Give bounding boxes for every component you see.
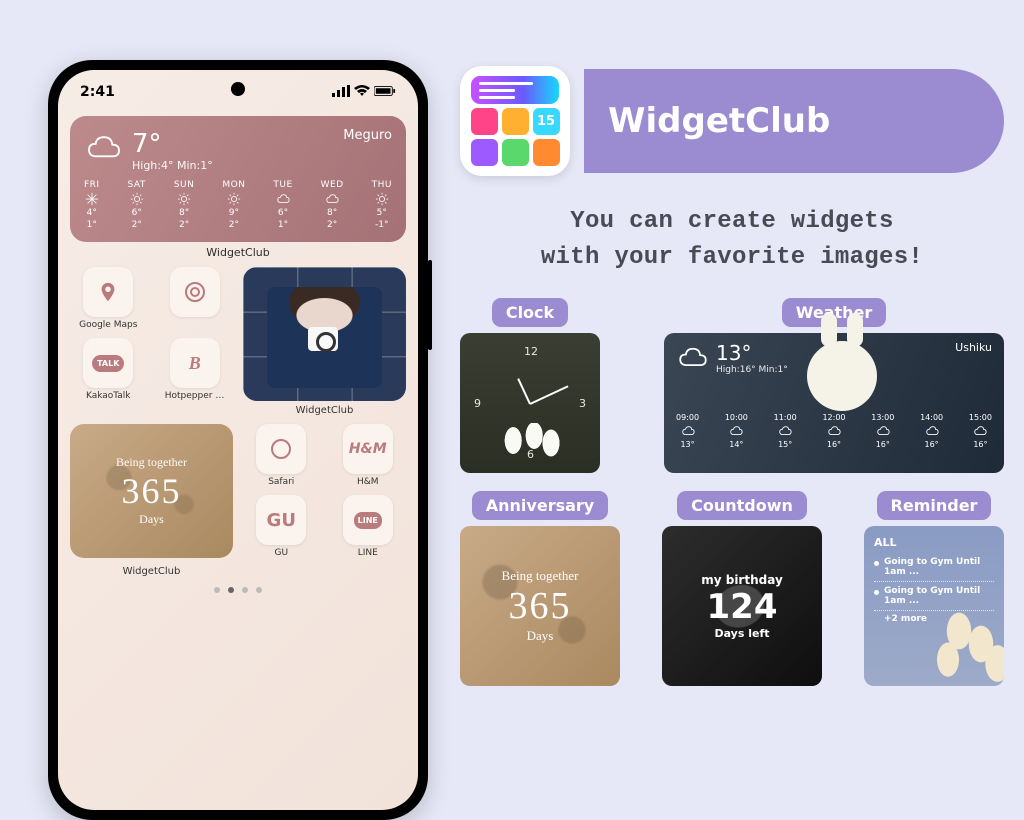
reminder-item: Going to Gym Until 1am ... [874, 582, 994, 611]
weather-temp: 7° [132, 129, 213, 159]
weather-forecast-row: FRI4°1° SAT6°2° SUN8°2° MON9°2° TUE6°1° … [84, 180, 392, 230]
app-line[interactable]: LINE LINE [330, 495, 407, 558]
spiral-icon [183, 280, 207, 304]
sun-icon [177, 192, 191, 206]
forecast-day: FRI4°1° [84, 180, 100, 230]
speech-bubble-icon: LINE [354, 512, 382, 529]
forecast-day: THU5°-1° [372, 180, 392, 230]
widget-label: WidgetClub [70, 246, 406, 259]
forecast-day: SAT6°2° [128, 180, 146, 230]
camera-dot [231, 82, 245, 96]
category-clock: Clock 12 3 6 9 [460, 298, 600, 473]
reminder-widget-preview[interactable]: ALL Going to Gym Until 1am ... Going to … [864, 526, 1004, 686]
forecast-hour: 14:0016° [920, 413, 943, 449]
cloud-icon [925, 424, 939, 438]
forecast-hour: 09:0013° [676, 413, 699, 449]
wifi-icon [354, 85, 370, 100]
forecast-hour: 11:0015° [774, 413, 797, 449]
minute-hand [530, 385, 569, 405]
lower-grid: Being together 365 Days Safari H&M H&M G… [70, 424, 406, 577]
category-countdown: Countdown my birthday 124 Days left [662, 491, 822, 686]
reminder-item: Going to Gym Until 1am ... [874, 553, 994, 582]
cloud-icon [84, 128, 124, 172]
cloud-icon [778, 424, 792, 438]
forecast-hour: 10:0014° [725, 413, 748, 449]
category-weather: Weather Ushiku 13° High:16° Min:1° 09:00… [664, 298, 1004, 473]
app-safari[interactable]: Safari [243, 424, 320, 487]
cloud-icon [276, 192, 290, 206]
app-logo-icon: 15 [460, 66, 570, 176]
category-label: Anniversary [472, 491, 608, 520]
forecast-hour: 12:0016° [822, 413, 845, 449]
hour-hand [517, 378, 531, 404]
speech-bubble-icon: TALK [92, 355, 124, 372]
weather-city: Meguro [343, 128, 392, 143]
brand-name: WidgetClub [584, 69, 1004, 173]
compass-icon [269, 437, 293, 461]
sun-icon [130, 192, 144, 206]
cloud-icon [973, 424, 987, 438]
weather-highlow: High:4° Min:1° [132, 159, 213, 172]
cloud-icon [876, 424, 890, 438]
phone-screen: 2:41 Meguro 7° [58, 70, 418, 810]
category-label: Clock [492, 298, 568, 327]
reminder-more: +2 more [874, 611, 994, 624]
forecast-day: TUE6°1° [273, 180, 292, 230]
forecast-hour: 13:0016° [871, 413, 894, 449]
weather-widget-preview[interactable]: Ushiku 13° High:16° Min:1° 09:0013° 10:0… [664, 333, 1004, 473]
app-google-maps[interactable]: Google Maps [70, 267, 147, 330]
app-kakaotalk[interactable]: TALK KakaoTalk [70, 338, 147, 401]
countdown-widget-preview[interactable]: my birthday 124 Days left [662, 526, 822, 686]
cloud-icon [729, 424, 743, 438]
app-grid: Google Maps TALK KakaoTalk B Hotpepper b… [70, 267, 406, 416]
app-shazam[interactable] [157, 267, 234, 330]
sun-icon [227, 192, 241, 206]
category-label: Countdown [677, 491, 807, 520]
cloud-icon [827, 424, 841, 438]
forecast-day: WED8°2° [321, 180, 344, 230]
forecast-hour: 15:0016° [969, 413, 992, 449]
phone-mockup: 2:41 Meguro 7° [48, 60, 428, 820]
weather-temp: 13° [716, 341, 788, 365]
sun-icon [375, 192, 389, 206]
cloud-icon [681, 424, 695, 438]
camera-icon [308, 327, 338, 351]
widget-label: WidgetClub [243, 405, 406, 416]
weather-highlow: High:16° Min:1° [716, 365, 788, 375]
brand-icon: H&M [343, 424, 393, 474]
cellular-icon [332, 85, 350, 100]
anniversary-widget[interactable]: Being together 365 Days [70, 424, 233, 558]
category-reminder: Reminder ALL Going to Gym Until 1am ... … [864, 491, 1004, 686]
app-hotpepper[interactable]: B Hotpepper be [157, 338, 234, 401]
clock-widget-preview[interactable]: 12 3 6 9 [460, 333, 600, 473]
hourly-forecast-row: 09:0013° 10:0014° 11:0015° 12:0016° 13:0… [676, 413, 992, 449]
tagline: You can create widgets with your favorit… [460, 204, 1004, 276]
anniversary-widget-preview[interactable]: Being together 365 Days [460, 526, 620, 686]
snowflake-icon [85, 192, 99, 206]
tulip-decoration [488, 423, 572, 473]
battery-icon [374, 85, 396, 100]
category-anniversary: Anniversary Being together 365 Days [460, 491, 620, 686]
app-hm[interactable]: H&M H&M [330, 424, 407, 487]
page-indicator[interactable] [70, 587, 406, 593]
cloud-icon [676, 341, 710, 379]
forecast-day: MON9°2° [222, 180, 245, 230]
pin-icon [97, 281, 119, 303]
reminder-heading: ALL [874, 536, 994, 549]
cloud-icon [325, 192, 339, 206]
letter-icon: B [170, 338, 220, 388]
brand-icon: GU [256, 495, 306, 545]
photo-widget[interactable] [243, 267, 406, 401]
app-gu[interactable]: GU GU [243, 495, 320, 558]
weather-widget[interactable]: Meguro 7° High:4° Min:1° FRI4°1° SAT6°2°… [70, 116, 406, 242]
status-time: 2:41 [80, 84, 115, 100]
forecast-day: SUN8°2° [174, 180, 195, 230]
brand-header: 15 WidgetClub [460, 66, 1004, 176]
widget-label: WidgetClub [70, 566, 233, 577]
category-label: Reminder [877, 491, 992, 520]
status-icons [332, 85, 396, 100]
